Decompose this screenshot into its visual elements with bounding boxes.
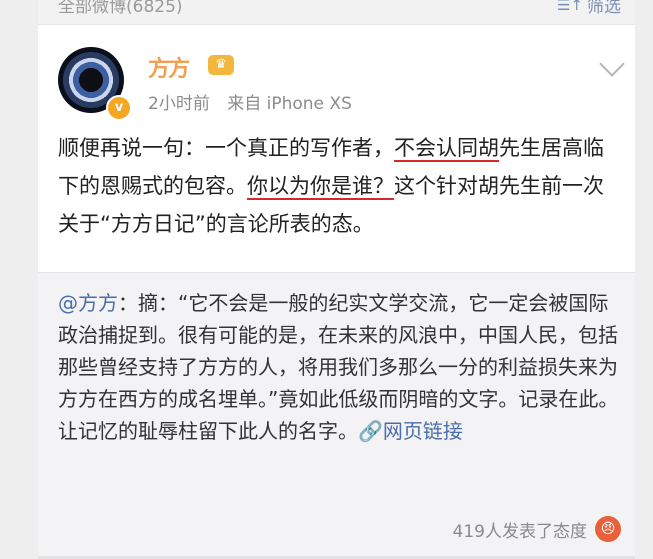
sort-filter-icon: ☰↑ xyxy=(556,0,583,14)
left-gutter xyxy=(0,0,38,559)
post-source: 来自 iPhone XS xyxy=(227,94,352,114)
post-text-underlined-2: 你以为你是谁？ xyxy=(247,174,394,198)
right-gutter xyxy=(635,0,653,559)
top-bar: 全部微博(6825) ☰↑ 筛选 xyxy=(38,0,635,25)
link-icon: 🔗 xyxy=(358,419,383,443)
post-time: 2小时前 xyxy=(148,94,210,114)
chevron-down-icon[interactable] xyxy=(599,51,625,77)
reposted-quote[interactable]: @方方：摘：“它不会是一般的纪实文学交流，它一定会被国际政治捕捉到。很有可能的是… xyxy=(38,272,635,503)
reactions[interactable]: 419人发表了态度 😠 xyxy=(453,516,621,542)
quote-body: ：摘：“它不会是一般的纪实文学交流，它一定会被国际政治捕捉到。很有可能的是，在未… xyxy=(58,291,619,443)
username[interactable]: 方方 xyxy=(148,51,190,83)
post-meta: 2小时前 来自 iPhone XS xyxy=(148,89,352,114)
angry-face-icon: 😠 xyxy=(595,516,621,542)
mention-link[interactable]: @方方 xyxy=(58,291,118,315)
filter-label: 筛选 xyxy=(587,0,621,17)
weibo-count: 全部微博(6825) xyxy=(58,0,183,17)
reactions-count: 419人发表了态度 xyxy=(452,521,587,542)
post-text-part1: 顺便再说一句：一个真正的写作者， xyxy=(58,136,394,160)
vip-crown-icon: ♛ xyxy=(208,55,234,75)
post-text-underlined-1: 不会认同胡 xyxy=(394,136,499,160)
post-footer: 419人发表了态度 😠 xyxy=(38,502,635,559)
verified-badge-icon: v xyxy=(106,95,132,121)
filter-button[interactable]: ☰↑ 筛选 xyxy=(557,0,621,17)
weibo-post-card: v 方方 ♛ 2小时前 来自 iPhone XS 顺便再说一句：一个真正的写作者… xyxy=(38,24,635,272)
post-text: 顺便再说一句：一个真正的写作者，不会认同胡先生居高临下的恩赐式的包容。你以为你是… xyxy=(58,129,618,243)
webpage-link[interactable]: 网页链接 xyxy=(383,419,463,443)
quote-text: @方方：摘：“它不会是一般的纪实文学交流，它一定会被国际政治捕捉到。很有可能的是… xyxy=(58,287,628,447)
